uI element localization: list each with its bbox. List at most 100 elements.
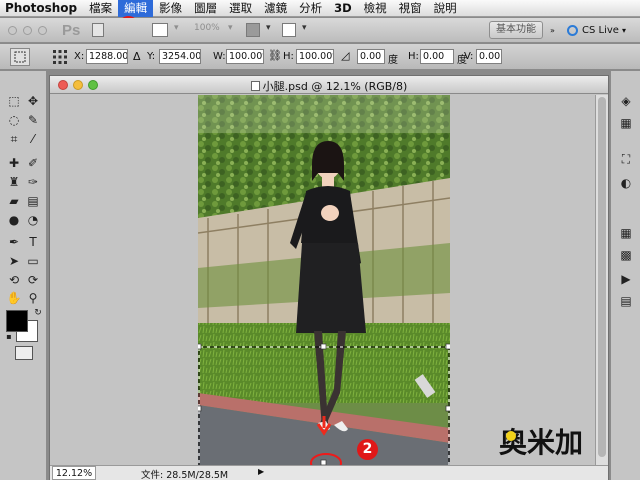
move-tool-icon[interactable]: ✥: [25, 93, 41, 109]
x-position-field[interactable]: 1288.00: [86, 49, 128, 64]
swap-colors-icon[interactable]: ↻: [30, 305, 46, 321]
screen-mode-arrow-icon[interactable]: ▾: [298, 23, 311, 38]
delta-icon[interactable]: Δ: [133, 50, 141, 63]
v-skew-label: V:: [464, 51, 474, 62]
y-label: Y:: [147, 51, 156, 62]
3d-rotate-tool-icon[interactable]: ⟲: [6, 272, 22, 288]
menu-filter[interactable]: 濾鏡: [258, 0, 293, 17]
info-panel-icon[interactable]: ◐: [618, 175, 634, 191]
watermark-logo: 奥米加: [497, 424, 613, 459]
rotate-angle-field[interactable]: 0.00: [357, 49, 385, 64]
default-colors-icon[interactable]: ▪: [1, 329, 17, 345]
dodge-tool-icon[interactable]: ◔: [25, 212, 41, 228]
bridge-icon[interactable]: [92, 23, 104, 37]
marquee-tool-icon[interactable]: ⬚: [6, 93, 22, 109]
v-skew-field[interactable]: 0.00: [476, 49, 502, 64]
gradient-tool-icon[interactable]: ▤: [25, 193, 41, 209]
menu-bar: Photoshop 檔案 編輯 影像 圖層 選取 濾鏡 分析 3D 檢視 視窗 …: [0, 0, 640, 17]
path-selection-tool-icon[interactable]: ➤: [6, 253, 22, 269]
svg-text:奥米加: 奥米加: [499, 426, 583, 458]
document-title-text: 小腿.psd @ 12.1% (RGB/8): [262, 80, 408, 93]
window-zoom-dot[interactable]: [38, 26, 47, 35]
view-extras-icon[interactable]: [152, 23, 168, 37]
zoom-arrow-icon[interactable]: ▾: [224, 23, 237, 38]
menu-file[interactable]: 檔案: [83, 0, 118, 17]
rotate-angle-icon: ◿: [341, 49, 350, 62]
cs-live-icon: [567, 25, 578, 36]
swatches-panel-icon[interactable]: ▦: [618, 225, 634, 241]
quick-selection-tool-icon[interactable]: ✎: [25, 112, 41, 128]
menu-3d[interactable]: 3D: [328, 0, 358, 17]
tool-preset-icon[interactable]: [10, 48, 30, 66]
zoom-tool-icon[interactable]: ⚲: [25, 290, 41, 306]
vertical-scroll-thumb[interactable]: [598, 97, 606, 457]
eraser-tool-icon[interactable]: ▰: [6, 193, 22, 209]
type-tool-icon[interactable]: T: [25, 234, 41, 250]
document-size-info: 文件: 28.5M/28.5M: [141, 470, 229, 480]
workspace-essentials-button[interactable]: 基本功能: [489, 21, 543, 39]
application-bar: Ps ▾ 100% ▾ ▾ ▾ 基本功能 » CS Live ▾: [0, 18, 640, 43]
height-scale-field[interactable]: 100.00%: [296, 49, 334, 64]
channels-panel-icon[interactable]: ▩: [618, 247, 634, 263]
width-scale-field[interactable]: 100.00%: [226, 49, 264, 64]
shape-tool-icon[interactable]: ▭: [25, 253, 41, 269]
canvas-area[interactable]: [50, 95, 595, 465]
clone-stamp-tool-icon[interactable]: ♜: [6, 174, 22, 190]
screen-mode-icon[interactable]: [282, 23, 296, 37]
vertical-scrollbar[interactable]: [595, 95, 608, 465]
cs-live-button[interactable]: CS Live ▾: [567, 22, 626, 39]
quick-mask-icon[interactable]: [15, 346, 33, 360]
options-bar: X: 1288.00 Δ Y: 3254.00 W: 100.00% ⛓ H: …: [0, 44, 640, 70]
h-skew-field[interactable]: 0.00: [420, 49, 454, 64]
rotate-degree-label: 度: [388, 55, 398, 66]
eyedropper-tool-icon[interactable]: ⁄: [25, 131, 41, 147]
tools-panel: ⬚ ✥ ◌ ✎ ⌗ ⁄ ✚ ✐ ♜ ✑ ▰ ▤ ● ◔ ✒ T ➤ ▭ ⟲ ⟳ …: [0, 71, 47, 480]
crop-tool-icon[interactable]: ⌗: [6, 131, 22, 147]
window-close-dot[interactable]: [8, 26, 17, 35]
zoom-percentage-field[interactable]: 12.12%: [52, 466, 96, 480]
arrange-documents-icon[interactable]: [246, 23, 260, 37]
document-title: 小腿.psd @ 12.1% (RGB/8): [50, 78, 608, 94]
menu-layer[interactable]: 圖層: [188, 0, 223, 17]
paths-panel-icon[interactable]: ▤: [618, 293, 634, 309]
spot-healing-tool-icon[interactable]: ✚: [6, 155, 22, 171]
w-label: W:: [213, 51, 226, 62]
psd-file-icon: [250, 81, 260, 91]
lasso-tool-icon[interactable]: ◌: [6, 112, 22, 128]
menu-select[interactable]: 選取: [223, 0, 258, 17]
status-menu-arrow-icon[interactable]: ▶: [258, 467, 264, 476]
h-label: H:: [283, 51, 294, 62]
menu-view[interactable]: 檢視: [358, 0, 393, 17]
window-minimize-dot[interactable]: [23, 26, 32, 35]
zoom-level-select[interactable]: 100%: [190, 23, 224, 38]
menu-help[interactable]: 說明: [428, 0, 463, 17]
pen-tool-icon[interactable]: ✒: [6, 234, 22, 250]
menu-edit[interactable]: 編輯: [118, 0, 154, 17]
ps-logo: Ps: [62, 22, 81, 39]
3d-orbit-tool-icon[interactable]: ⟳: [25, 272, 41, 288]
history-brush-tool-icon[interactable]: ✑: [25, 174, 41, 190]
menu-image[interactable]: 影像: [153, 0, 188, 17]
workspace-arrow-icon[interactable]: »: [550, 26, 555, 35]
view-extras-arrow-icon[interactable]: ▾: [170, 23, 183, 38]
document-title-bar[interactable]: 小腿.psd @ 12.1% (RGB/8): [50, 76, 608, 94]
app-menu-photoshop[interactable]: Photoshop: [0, 1, 83, 15]
document-status-bar: 12.12% 文件: 28.5M/28.5M ▶: [50, 465, 608, 480]
blur-tool-icon[interactable]: ●: [6, 212, 22, 228]
adjustments-panel-icon[interactable]: ▦: [618, 115, 634, 131]
layers-panel-icon[interactable]: ◈: [618, 93, 634, 109]
y-position-field[interactable]: 3254.00: [159, 49, 201, 64]
brush-tool-icon[interactable]: ✐: [25, 155, 41, 171]
navigator-panel-icon[interactable]: ⛶: [618, 151, 634, 167]
link-icon[interactable]: ⛓: [268, 49, 282, 62]
menu-window[interactable]: 視窗: [393, 0, 428, 17]
h-skew-label: H:: [408, 51, 419, 62]
actions-panel-icon[interactable]: ▶: [618, 271, 634, 287]
reference-point-icon[interactable]: [52, 49, 68, 65]
hand-tool-icon[interactable]: ✋: [6, 290, 22, 306]
x-label: X:: [74, 51, 85, 62]
photo-canvas[interactable]: [198, 95, 450, 465]
document-window: 小腿.psd @ 12.1% (RGB/8) 12.12% 文件: 28.5M/…: [49, 75, 609, 480]
arrange-arrow-icon[interactable]: ▾: [262, 23, 275, 38]
menu-analysis[interactable]: 分析: [293, 0, 328, 17]
